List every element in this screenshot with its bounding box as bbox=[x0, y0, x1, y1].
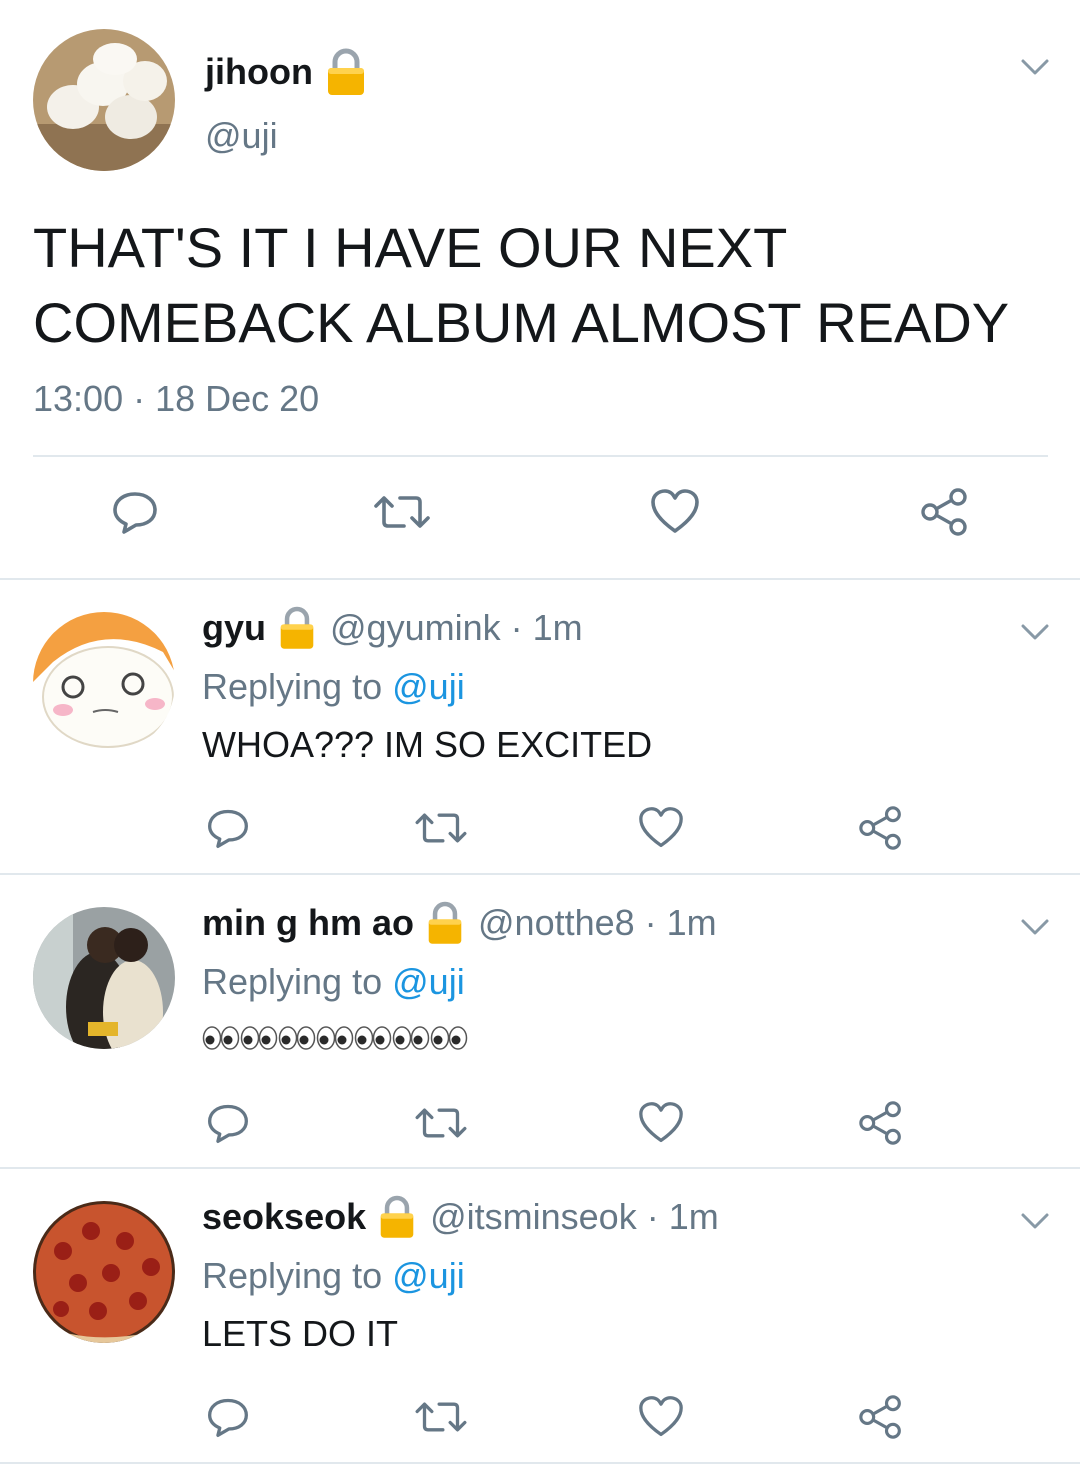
reply-icon[interactable] bbox=[205, 806, 251, 850]
reply-tweet: gyu @gyumink · 1m Replying to @uji WHOA?… bbox=[0, 580, 1080, 874]
lock-icon bbox=[426, 901, 464, 945]
reply-text: 👀👀👀👀👀👀👀 bbox=[202, 1025, 472, 1051]
display-name[interactable]: jihoon bbox=[205, 51, 313, 93]
display-name[interactable]: min g hm ao bbox=[202, 902, 414, 944]
replying-to: Replying to @uji bbox=[202, 1255, 465, 1297]
share-icon[interactable] bbox=[858, 1395, 904, 1439]
heart-icon[interactable] bbox=[638, 1101, 684, 1145]
share-icon[interactable] bbox=[920, 488, 970, 536]
mention-link[interactable]: @uji bbox=[392, 666, 465, 707]
reply-icon[interactable] bbox=[205, 1395, 251, 1439]
reply-text: WHOA??? IM SO EXCITED bbox=[202, 724, 653, 765]
avatar[interactable] bbox=[33, 907, 175, 1049]
avatar[interactable] bbox=[33, 29, 175, 171]
mention-link[interactable]: @uji bbox=[392, 1255, 465, 1296]
heart-icon[interactable] bbox=[650, 488, 700, 536]
lock-icon bbox=[278, 606, 316, 650]
eyes-emoji bbox=[202, 1025, 472, 1051]
replying-to: Replying to @uji bbox=[202, 961, 465, 1003]
lock-icon bbox=[325, 48, 367, 96]
replying-label: Replying to bbox=[202, 666, 383, 707]
retweet-icon[interactable] bbox=[372, 488, 432, 536]
retweet-icon[interactable] bbox=[413, 1395, 469, 1439]
tweet-actions bbox=[0, 1387, 1080, 1447]
heart-icon[interactable] bbox=[638, 1395, 684, 1439]
chevron-down-icon[interactable] bbox=[1020, 622, 1050, 642]
reply-icon[interactable] bbox=[110, 488, 160, 536]
tweet-actions bbox=[0, 798, 1080, 858]
avatar[interactable] bbox=[33, 1201, 175, 1343]
replying-label: Replying to bbox=[202, 1255, 383, 1296]
heart-icon[interactable] bbox=[638, 806, 684, 850]
handle[interactable]: @uji bbox=[205, 115, 278, 157]
display-name[interactable]: seokseok bbox=[202, 1196, 366, 1238]
reply-icon[interactable] bbox=[205, 1101, 251, 1145]
reply-tweet: min g hm ao @notthe8 · 1m Replying to @u… bbox=[0, 875, 1080, 1168]
avatar[interactable] bbox=[33, 612, 175, 754]
reply-text: LETS DO IT bbox=[202, 1313, 399, 1354]
chevron-down-icon[interactable] bbox=[1020, 917, 1050, 937]
handle-time[interactable]: @notthe8 · 1m bbox=[478, 902, 717, 944]
divider bbox=[0, 1462, 1080, 1464]
retweet-icon[interactable] bbox=[413, 1101, 469, 1145]
reply-tweet: seokseok @itsminseok · 1m Replying to @u… bbox=[0, 1169, 1080, 1469]
share-icon[interactable] bbox=[858, 1101, 904, 1145]
chevron-down-icon[interactable] bbox=[1020, 1211, 1050, 1231]
mention-link[interactable]: @uji bbox=[392, 961, 465, 1002]
share-icon[interactable] bbox=[858, 806, 904, 850]
replying-to: Replying to @uji bbox=[202, 666, 465, 708]
handle-time[interactable]: @gyumink · 1m bbox=[330, 607, 583, 649]
handle-time[interactable]: @itsminseok · 1m bbox=[430, 1196, 719, 1238]
display-name[interactable]: gyu bbox=[202, 607, 266, 649]
tweet-actions bbox=[0, 1093, 1080, 1153]
tweet-text: THAT'S IT I HAVE OUR NEXT COMEBACK ALBUM… bbox=[33, 216, 1010, 354]
divider bbox=[33, 455, 1048, 457]
main-tweet: jihoon @uji THAT'S IT I HAVE OUR NEXT CO… bbox=[0, 0, 1080, 580]
tweet-actions bbox=[0, 480, 1080, 550]
chevron-down-icon[interactable] bbox=[1020, 57, 1050, 77]
replying-label: Replying to bbox=[202, 961, 383, 1002]
lock-icon bbox=[378, 1195, 416, 1239]
retweet-icon[interactable] bbox=[413, 806, 469, 850]
timestamp[interactable]: 13:00 · 18 Dec 20 bbox=[33, 378, 319, 420]
